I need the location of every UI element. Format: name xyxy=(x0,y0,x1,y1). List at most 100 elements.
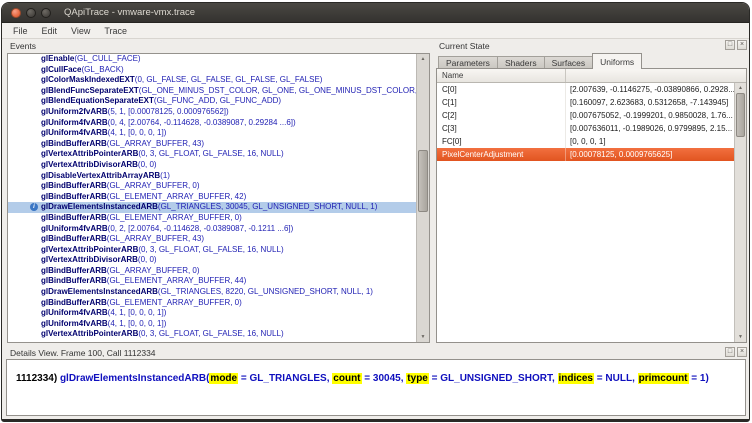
comma: , xyxy=(632,373,638,384)
event-row[interactable]: glBlendFuncSeparateEXT(GL_ONE_MINUS_DST_… xyxy=(8,86,416,97)
uniform-row[interactable]: C[3][0.007636011, -0.1989026, 0.9799895,… xyxy=(437,122,746,135)
call-name: glBlendEquationSeparateEXT xyxy=(41,96,154,105)
event-row[interactable]: glBindBufferARB(GL_ELEMENT_ARRAY_BUFFER,… xyxy=(8,213,416,224)
events-scrollbar[interactable]: ▲ ▼ xyxy=(416,54,429,342)
event-row[interactable]: glCullFace(GL_BACK) xyxy=(8,65,416,76)
float-dock-icon[interactable]: □ xyxy=(725,40,735,50)
call-args: (GL_ELEMENT_ARRAY_BUFFER, 0) xyxy=(107,298,242,307)
menu-edit[interactable]: Edit xyxy=(35,25,65,37)
event-row[interactable]: glUniform4fvARB(4, 1, [0, 0, 0, 1]) xyxy=(8,319,416,330)
float-dock-icon[interactable]: □ xyxy=(725,347,735,357)
event-row[interactable]: glDisableVertexAttribArrayARB(1) xyxy=(8,171,416,182)
call-name: glBindBufferARB xyxy=(41,181,107,190)
event-row[interactable]: glVertexAttribDivisorARB(0, 0) xyxy=(8,160,416,171)
equals-sign: = xyxy=(362,373,373,384)
arg-value: NULL xyxy=(605,373,632,384)
call-name: glVertexAttribDivisorARB xyxy=(41,160,138,169)
arg-value: GL_UNSIGNED_SHORT xyxy=(440,373,552,384)
column-header-value[interactable] xyxy=(566,69,746,82)
arg-name: mode xyxy=(209,373,238,384)
details-dock-title: Details View. Frame 100, Call 1112334 xyxy=(10,348,156,358)
column-header-name[interactable]: Name xyxy=(437,69,566,82)
event-row[interactable]: glVertexAttribPointerARB(0, 3, GL_FLOAT,… xyxy=(8,245,416,256)
equals-sign: = xyxy=(238,373,249,384)
arg-name: primcount xyxy=(638,373,689,384)
event-row[interactable]: iglDrawElementsInstancedARB(GL_TRIANGLES… xyxy=(8,202,416,213)
details-view: 1112334) glDrawElementsInstancedARB(mode… xyxy=(6,359,746,416)
menu-file[interactable]: File xyxy=(6,25,35,37)
minimize-window-button[interactable] xyxy=(26,8,36,18)
menu-view[interactable]: View xyxy=(64,25,97,37)
call-name: glBindBufferARB xyxy=(41,234,107,243)
call-args: (0, 0) xyxy=(138,160,157,169)
uniform-row[interactable]: C[2][0.007675052, -0.1999201, 0.9850028,… xyxy=(437,109,746,122)
events-dock-title: Events xyxy=(10,41,36,51)
uniforms-pane: Name C[0][2.007639, -0.1146275, -0.03890… xyxy=(436,68,747,343)
event-row[interactable]: glBindBufferARB(GL_ARRAY_BUFFER, 43) xyxy=(8,234,416,245)
call-args: (0, 3, GL_FLOAT, GL_FALSE, 16, NULL) xyxy=(138,149,283,158)
call-name: glVertexAttribPointerARB xyxy=(41,329,138,338)
equals-sign: = xyxy=(429,373,440,384)
close-window-button[interactable] xyxy=(11,8,21,18)
tab-uniforms[interactable]: Uniforms xyxy=(592,53,642,69)
uniform-row[interactable]: PixelCenterAdjustment[0.00078125, 0.0009… xyxy=(437,148,746,161)
arg-name: count xyxy=(332,373,361,384)
events-scrollbar-thumb[interactable] xyxy=(418,150,428,212)
scroll-down-icon[interactable]: ▼ xyxy=(735,332,746,342)
scroll-up-icon[interactable]: ▲ xyxy=(417,54,429,64)
menu-trace[interactable]: Trace xyxy=(97,25,134,37)
uniform-value: [0.007675052, -0.1999201, 0.9850028, 1.7… xyxy=(566,109,746,122)
call-name: glBlendFuncSeparateEXT xyxy=(41,86,139,95)
close-dock-icon[interactable]: × xyxy=(737,347,747,357)
event-row[interactable]: glUniform4fvARB(4, 1, [0, 0, 0, 1]) xyxy=(8,128,416,139)
call-args: (4, 1, [0, 0, 0, 1]) xyxy=(108,128,167,137)
event-row[interactable]: glVertexAttribPointerARB(0, 3, GL_FLOAT,… xyxy=(8,149,416,160)
titlebar[interactable]: QApiTrace - vmware-vmx.trace xyxy=(2,3,749,23)
uniform-row[interactable]: C[0][2.007639, -0.1146275, -0.03890866, … xyxy=(437,83,746,96)
event-row[interactable]: glVertexAttribDivisorARB(0, 0) xyxy=(8,255,416,266)
call-args: (GL_TRIANGLES, 8220, GL_UNSIGNED_SHORT, … xyxy=(158,287,373,296)
event-row[interactable]: glBindBufferARB(GL_ARRAY_BUFFER, 0) xyxy=(8,266,416,277)
event-row[interactable]: glUniform2fvARB(5, 1, [0.00078125, 0.000… xyxy=(8,107,416,118)
menubar: FileEditViewTrace xyxy=(2,23,749,39)
call-args: (0, 3, GL_FLOAT, GL_FALSE, 16, NULL) xyxy=(138,245,283,254)
scroll-down-icon[interactable]: ▼ xyxy=(417,332,429,342)
event-row[interactable]: glUniform4fvARB(4, 1, [0, 0, 0, 1]) xyxy=(8,308,416,319)
arg-value: GL_TRIANGLES xyxy=(250,373,327,384)
event-row[interactable]: glBindBufferARB(GL_ELEMENT_ARRAY_BUFFER,… xyxy=(8,276,416,287)
event-row[interactable]: glBindBufferARB(GL_ELEMENT_ARRAY_BUFFER,… xyxy=(8,298,416,309)
state-scrollbar[interactable]: ▲ ▼ xyxy=(734,83,746,342)
event-row[interactable]: glBindBufferARB(GL_ELEMENT_ARRAY_BUFFER,… xyxy=(8,192,416,203)
call-name: glCullFace xyxy=(41,65,81,74)
details-call-text: 1112334) glDrawElementsInstancedARB(mode… xyxy=(16,373,709,384)
equals-sign: = xyxy=(689,373,700,384)
call-name: glBindBufferARB xyxy=(41,213,107,222)
event-row[interactable]: glUniform4fvARB(0, 4, [2.00764, -0.11462… xyxy=(8,118,416,129)
uniforms-rows: C[0][2.007639, -0.1146275, -0.03890866, … xyxy=(437,83,746,161)
call-args: (GL_ELEMENT_ARRAY_BUFFER, 42) xyxy=(107,192,246,201)
event-row[interactable]: glBlendEquationSeparateEXT(GL_FUNC_ADD, … xyxy=(8,96,416,107)
arg-name: type xyxy=(406,373,429,384)
call-name: glVertexAttribPointerARB xyxy=(41,245,138,254)
call-name: glBindBufferARB xyxy=(41,298,107,307)
event-row[interactable]: glVertexAttribPointerARB(0, 3, GL_FLOAT,… xyxy=(8,329,416,340)
event-row[interactable]: glUniform4fvARB(0, 2, [2.00764, -0.11462… xyxy=(8,224,416,235)
uniform-row[interactable]: FC[0][0, 0, 0, 1] xyxy=(437,135,746,148)
event-row[interactable]: glColorMaskIndexedEXT(0, GL_FALSE, GL_FA… xyxy=(8,75,416,86)
call-name: glColorMaskIndexedEXT xyxy=(41,75,135,84)
scroll-up-icon[interactable]: ▲ xyxy=(735,83,746,93)
event-row[interactable]: glBindBufferARB(GL_ARRAY_BUFFER, 0) xyxy=(8,181,416,192)
close-dock-icon[interactable]: × xyxy=(737,40,747,50)
uniform-row[interactable]: C[1][0.160097, 2.623683, 0.5312658, -7.1… xyxy=(437,96,746,109)
event-row[interactable]: glDrawElementsInstancedARB(GL_TRIANGLES,… xyxy=(8,287,416,298)
state-scrollbar-thumb[interactable] xyxy=(736,93,745,137)
maximize-window-button[interactable] xyxy=(41,8,51,18)
call-args: (1) xyxy=(160,171,170,180)
event-row[interactable]: glBindBufferARB(GL_ARRAY_BUFFER, 43) xyxy=(8,139,416,150)
events-list[interactable]: glEnable(GL_CULL_FACE)glCullFace(GL_BACK… xyxy=(7,53,430,343)
uniform-value: [0.00078125, 0.0009765625] xyxy=(566,148,746,161)
call-name: glBindBufferARB xyxy=(41,139,107,148)
event-row[interactable]: glEnable(GL_CULL_FACE) xyxy=(8,54,416,65)
call-args: (GL_ARRAY_BUFFER, 0) xyxy=(107,266,200,275)
call-number: 1112334) xyxy=(16,373,60,384)
